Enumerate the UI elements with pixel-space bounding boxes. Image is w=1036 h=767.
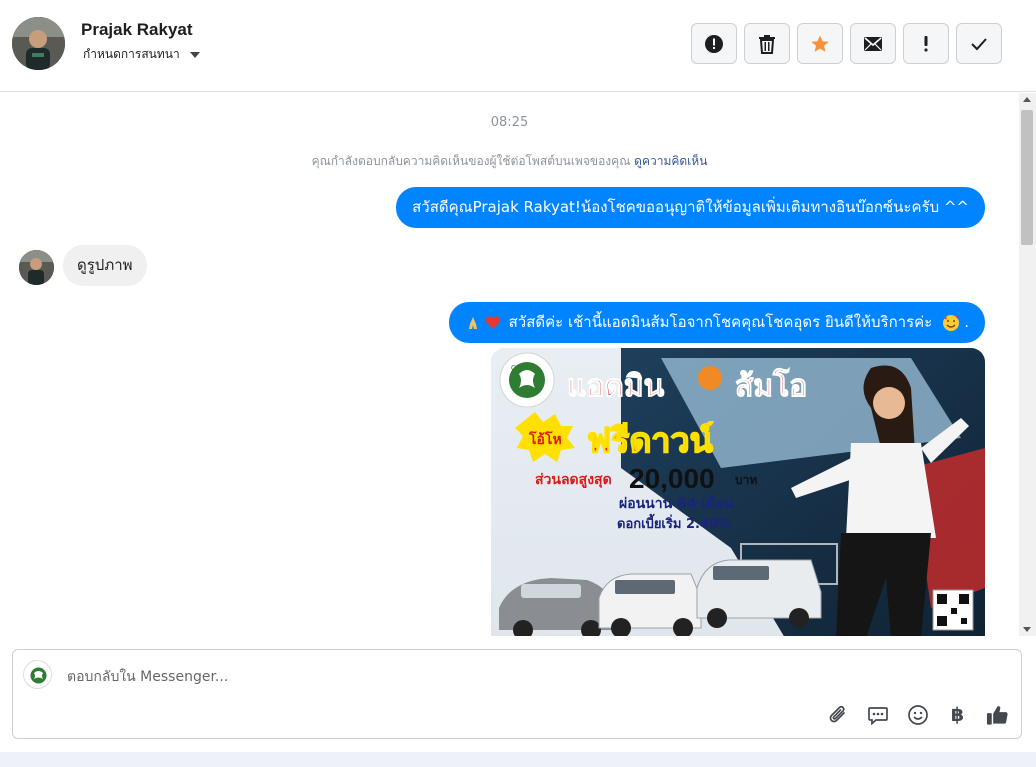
pickup-image (598, 573, 702, 636)
ad-discount-label: ส่วนลดสูงสุด (535, 472, 612, 488)
reply-composer[interactable]: ตอบกลับใน Messenger... ฿ (12, 649, 1022, 739)
mark-unread-button[interactable] (850, 23, 896, 64)
contact-avatar-small (19, 250, 54, 285)
heart-icon (485, 316, 500, 329)
payment-button[interactable]: ฿ (946, 703, 969, 726)
assign-conversation-dropdown[interactable]: กำหนดการสนทนา (83, 45, 200, 64)
emoji-button[interactable] (906, 703, 929, 726)
outgoing-message[interactable]: สวัสดีค่ะ เช้านี้แอดมินส้มโอจากโชคคุณโชค… (448, 302, 985, 343)
messenger-window: Prajak Rakyat กำหนดการสนทนา 08:25 คุณกำล… (0, 0, 1036, 767)
message-trailing: . (964, 313, 969, 331)
promo-image: CKC แอดมิน ส้มโอ โอ้โห ฟรีดาวน์ ส่วนลดสู… (491, 348, 985, 636)
ad-headline: ฟรีดาวน์ (587, 421, 713, 461)
attach-button[interactable] (826, 703, 849, 726)
page-footer-strip (0, 752, 1036, 767)
star-button[interactable] (797, 23, 843, 64)
smiling-face-with-hearts-icon (943, 314, 960, 331)
smiley-icon (907, 704, 928, 725)
message-input[interactable]: ตอบกลับใน Messenger... (67, 666, 228, 688)
paperclip-icon (829, 705, 845, 722)
exclamation-icon (924, 35, 928, 51)
view-comment-link[interactable]: ดูความคิดเห็น (634, 154, 707, 168)
conversation-header: Prajak Rakyat กำหนดการสนทนา (0, 0, 1036, 92)
check-icon (971, 37, 987, 50)
header-actions (691, 23, 1002, 64)
comment-reply-notice: คุณกำลังตอบกลับความคิดเห็นของผู้ใช้ต่อโพ… (0, 152, 1019, 171)
ad-discount-value: 20,000 (629, 463, 715, 494)
ad-title-left: แอดมิน (567, 369, 665, 404)
star-icon (811, 35, 829, 52)
message-text: ดูรูปภาพ (77, 256, 133, 274)
shared-image[interactable]: CKC แอดมิน ส้มโอ โอ้โห ฟรีดาวน์ ส่วนลดสู… (491, 348, 985, 636)
mark-spam-button[interactable] (691, 23, 737, 64)
delete-button[interactable] (744, 23, 790, 64)
ad-discount-unit: บาท (735, 473, 757, 487)
mark-done-button[interactable] (956, 23, 1002, 64)
composer-tools: ฿ (826, 703, 1009, 726)
alert-circle-icon (705, 34, 723, 53)
logo-text: CKC (511, 365, 526, 372)
assign-label: กำหนดการสนทนา (83, 47, 180, 61)
scroll-down-arrow[interactable] (1023, 627, 1031, 632)
incoming-message[interactable]: ดูรูปภาพ (63, 245, 147, 286)
contact-avatar[interactable] (12, 17, 65, 70)
envelope-icon (864, 36, 882, 51)
message-timestamp: 08:25 (490, 115, 529, 130)
chevron-down-icon (189, 51, 200, 58)
scroll-thumb[interactable] (1021, 110, 1033, 245)
message-text: สวัสดีคุณPrajak Rakyat!น้องโชคขออนุญาติใ… (412, 198, 969, 216)
like-button[interactable] (986, 703, 1009, 726)
ad-title-right: ส้มโอ (735, 367, 807, 404)
scroll-up-arrow[interactable] (1023, 97, 1031, 102)
follow-up-button[interactable] (903, 23, 949, 64)
praying-hands-icon (468, 316, 477, 329)
saved-replies-button[interactable] (866, 703, 889, 726)
ad-installment: ผ่อนนาน 84 เดือน (619, 496, 734, 512)
baht-icon: ฿ (950, 703, 965, 726)
contact-name[interactable]: Prajak Rakyat (81, 20, 193, 40)
page-avatar (23, 660, 52, 689)
message-text: สวัสดีค่ะ เช้านี้แอดมินส้มโอจากโชคคุณโชค… (508, 313, 933, 331)
trash-icon (759, 34, 775, 54)
outgoing-message[interactable]: สวัสดีคุณPrajak Rakyat!น้องโชคขออนุญาติใ… (396, 187, 985, 228)
thumbs-up-icon (986, 705, 1008, 725)
notice-text: คุณกำลังตอบกลับความคิดเห็นของผู้ใช้ต่อโพ… (311, 154, 631, 168)
ad-badge: โอ้โห (528, 430, 562, 448)
chat-bubble-icon (867, 706, 888, 725)
message-thread[interactable]: 08:25 คุณกำลังตอบกลับความคิดเห็นของผู้ใช… (0, 93, 1019, 636)
thread-scrollbar[interactable] (1019, 93, 1036, 636)
